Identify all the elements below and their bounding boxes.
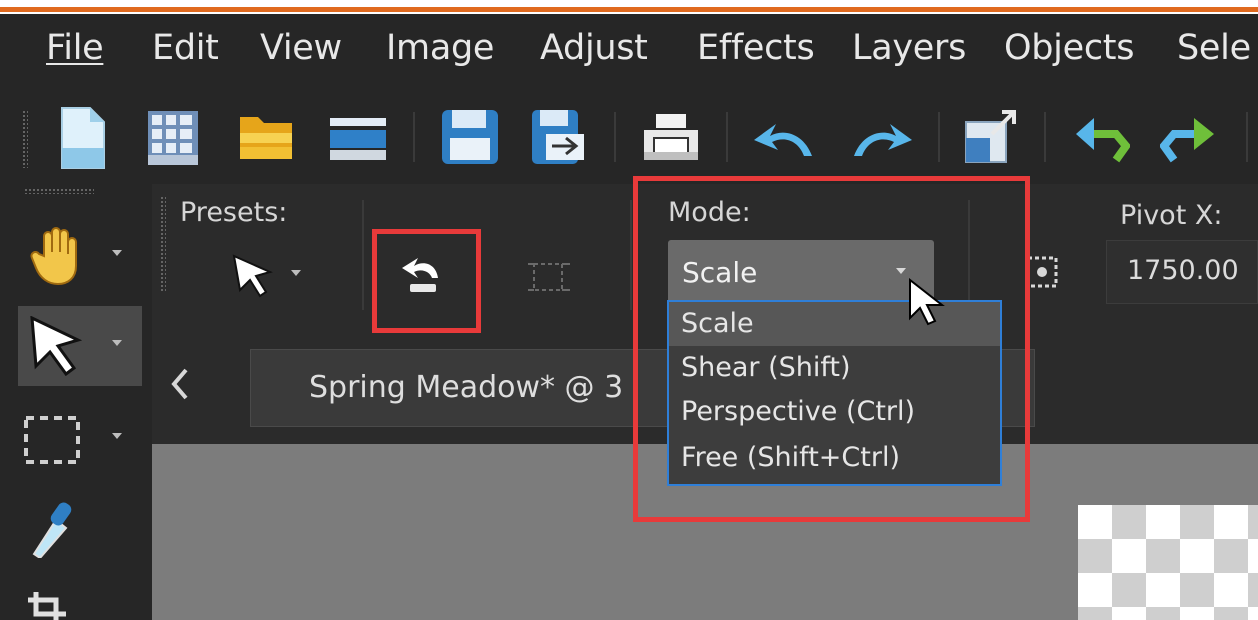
redo-icon[interactable]	[848, 116, 914, 162]
menu-layers[interactable]: Layers	[852, 26, 966, 70]
menu-selections[interactable]: Sele	[1177, 26, 1251, 70]
rotate-left-icon[interactable]	[1072, 112, 1130, 164]
toolbar-separator	[726, 112, 728, 162]
selection-tool-expand-icon[interactable]	[112, 433, 122, 439]
image-transparent-area[interactable]	[1078, 505, 1258, 620]
menu-image-label: Image	[386, 28, 495, 68]
pan-tool-expand-icon[interactable]	[112, 250, 122, 256]
save-icon[interactable]	[440, 108, 500, 166]
menu-file-label: File	[46, 28, 104, 68]
menu-objects-label: Objects	[1004, 28, 1135, 68]
save-as-icon[interactable]	[530, 108, 592, 166]
undo-icon[interactable]	[752, 116, 818, 162]
mode-highlight-box	[633, 176, 1030, 522]
menu-edit-label: Edit	[152, 28, 219, 68]
menu-view-label: View	[260, 28, 342, 68]
new-file-icon[interactable]	[58, 106, 108, 170]
menu-view[interactable]: View	[260, 26, 342, 70]
pivot-x-label: Pivot X:	[1120, 200, 1223, 231]
pivot-x-input[interactable]: 1750.00	[1106, 240, 1258, 304]
toolbar-separator	[1044, 112, 1046, 162]
toolbar-grip[interactable]	[22, 110, 28, 168]
tools-panel-grip[interactable]	[24, 188, 94, 194]
presets-pick-icon[interactable]	[230, 252, 274, 300]
open-folder-icon[interactable]	[238, 113, 296, 163]
toolbar-separator	[614, 112, 616, 162]
tool-options-grip[interactable]	[160, 196, 166, 292]
document-tab-title: Spring Meadow* @ 3	[309, 370, 624, 405]
resize-canvas-icon[interactable]	[962, 108, 1020, 166]
crop-tool-icon[interactable]	[26, 592, 66, 620]
selection-tool-icon[interactable]	[22, 414, 82, 466]
pick-tool-icon	[30, 316, 83, 376]
pivot-x-value: 1750.00	[1127, 255, 1239, 286]
menu-image[interactable]: Image	[386, 26, 494, 70]
menu-effects-label: Effects	[697, 28, 815, 68]
print-icon[interactable]	[640, 112, 702, 164]
presets-label: Presets:	[180, 197, 288, 228]
tab-scroll-left-icon[interactable]	[170, 366, 192, 402]
dropper-tool-icon[interactable]	[26, 498, 74, 558]
toolbar-separator	[413, 112, 415, 162]
rotate-right-icon[interactable]	[1160, 112, 1218, 164]
menu-objects[interactable]: Objects	[1004, 26, 1134, 70]
menu-adjust-label: Adjust	[540, 28, 648, 68]
options-separator	[362, 200, 364, 310]
toolbar-separator	[1246, 112, 1248, 162]
menu-layers-label: Layers	[852, 28, 967, 68]
menu-bar: File Edit View Image Adjust Effects Laye…	[0, 14, 1258, 84]
menu-adjust[interactable]: Adjust	[540, 26, 648, 70]
menu-file[interactable]: File	[46, 26, 104, 70]
window-accent-bar	[0, 7, 1258, 12]
menu-effects[interactable]: Effects	[697, 26, 815, 70]
menu-edit[interactable]: Edit	[152, 26, 219, 70]
menu-selections-label: Sele	[1177, 28, 1251, 68]
presets-dropdown-icon[interactable]	[291, 270, 301, 276]
scanner-icon[interactable]	[328, 116, 388, 162]
reset-highlight-box	[372, 229, 481, 333]
toolbar-separator	[938, 112, 940, 162]
pan-tool-icon[interactable]	[30, 226, 84, 286]
new-grid-icon[interactable]	[147, 110, 199, 166]
apply-icon[interactable]	[526, 256, 572, 300]
pick-tool-expand-icon[interactable]	[112, 340, 122, 346]
options-separator	[630, 200, 632, 310]
